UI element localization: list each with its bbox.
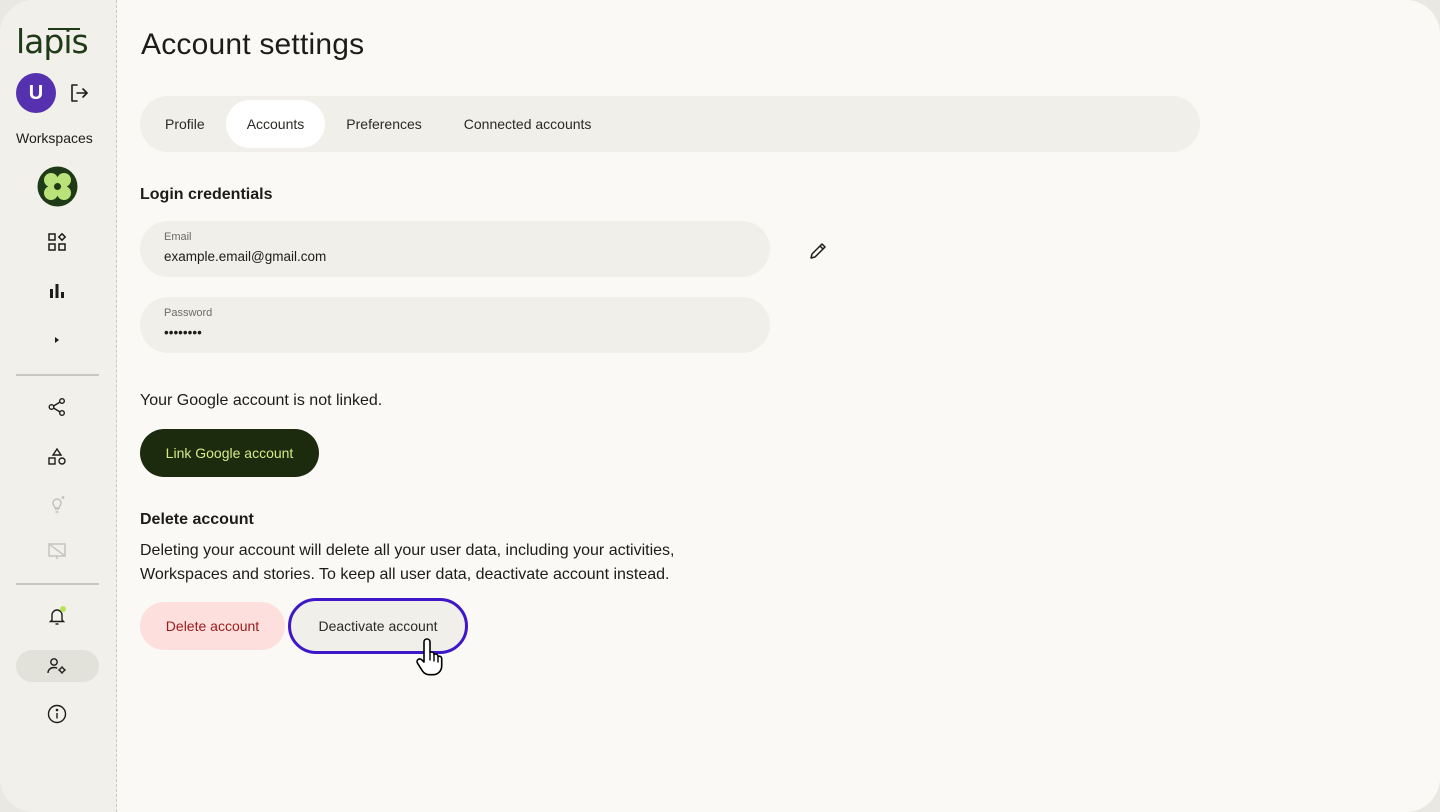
logout-icon[interactable] (68, 82, 90, 104)
page-title: Account settings (141, 28, 365, 61)
workspaces-label: Workspaces (16, 130, 93, 146)
sidebar: lapis U Workspaces (0, 0, 117, 812)
tab-accounts[interactable]: Accounts (225, 100, 326, 148)
workspace-logo-icon[interactable] (37, 166, 78, 207)
link-google-button[interactable]: Link Google account (140, 429, 319, 477)
logo-accent (48, 28, 80, 30)
presentation-icon (46, 540, 68, 562)
password-label: Password (164, 307, 213, 319)
settings-tabs: Profile Accounts Preferences Connected a… (140, 96, 1200, 152)
password-field[interactable]: Password •••••••• (140, 297, 770, 353)
lightbulb-icon (46, 493, 68, 515)
delete-account-heading: Delete account (140, 511, 254, 528)
password-value[interactable]: •••••••• (164, 325, 746, 340)
caret-right-icon[interactable] (46, 329, 68, 351)
delete-description-line2: Workspaces and stories. To keep all user… (140, 566, 670, 583)
user-settings-icon[interactable] (46, 655, 68, 677)
google-status-text: Your Google account is not linked. (140, 392, 383, 409)
hand-pointer-cursor-icon (414, 638, 448, 676)
email-value[interactable]: example.email@gmail.com (164, 249, 746, 264)
bar-chart-icon[interactable] (46, 279, 68, 301)
email-label: Email (164, 231, 192, 243)
bell-icon[interactable] (46, 605, 68, 627)
dashboard-icon[interactable] (46, 231, 68, 253)
info-icon[interactable] (46, 703, 68, 725)
pencil-icon[interactable] (807, 240, 829, 262)
tab-profile[interactable]: Profile (144, 100, 226, 148)
share-icon[interactable] (46, 396, 68, 418)
email-field[interactable]: Email example.email@gmail.com (140, 221, 770, 277)
sidebar-divider (16, 583, 99, 585)
app-window: lapis U Workspaces Account settings Prof… (0, 0, 1440, 812)
delete-account-button[interactable]: Delete account (140, 602, 285, 650)
delete-description-line1: Deleting your account will delete all yo… (140, 542, 675, 559)
tab-connected-accounts[interactable]: Connected accounts (443, 100, 613, 148)
avatar[interactable]: U (16, 73, 56, 113)
login-credentials-heading: Login credentials (140, 186, 273, 203)
tab-preferences[interactable]: Preferences (325, 100, 442, 148)
sidebar-divider (16, 374, 99, 376)
shapes-icon[interactable] (46, 446, 68, 468)
